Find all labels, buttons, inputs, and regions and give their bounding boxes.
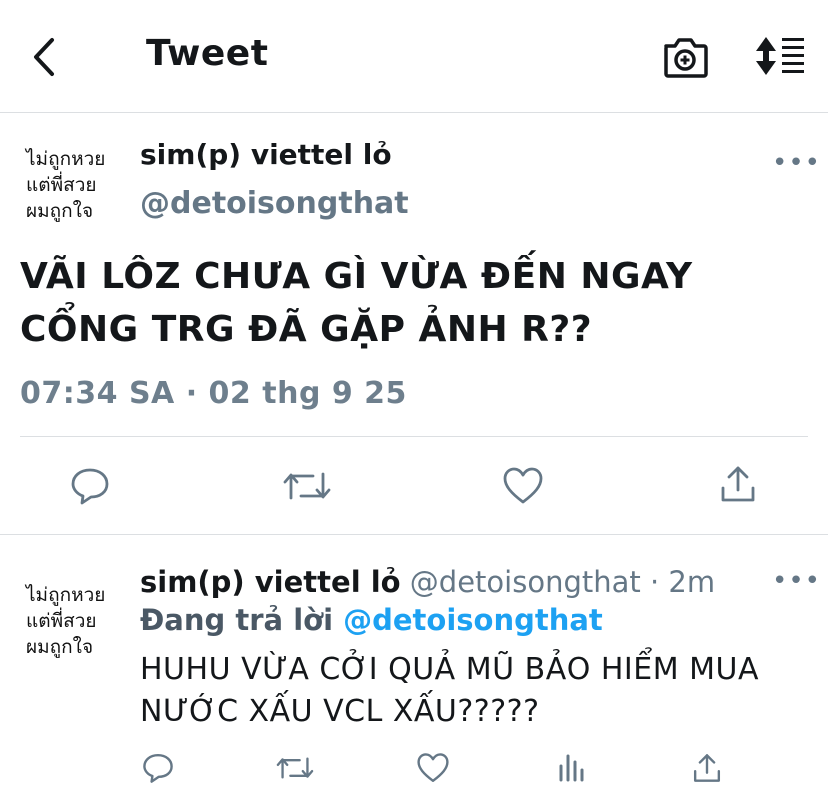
- avatar-line: ไม่ถูกหวย: [26, 584, 106, 606]
- avatar-line: ผมถูกใจ: [26, 200, 94, 222]
- avatar[interactable]: ไม่ถูกหวย แต่พี่สวย ผมถูกใจ: [26, 582, 122, 660]
- avatar-line: แต่พี่สวย: [26, 174, 97, 196]
- reply-text-line: NƯỚC XẤU VCL XẤU?????: [140, 694, 540, 729]
- reply-icon[interactable]: [142, 752, 174, 784]
- retweet-icon[interactable]: [276, 754, 314, 782]
- display-name[interactable]: sim(p) viettel lỏ: [140, 565, 401, 599]
- replying-to: Đang trả lời @detoisongthat: [140, 603, 603, 637]
- user-handle[interactable]: @detoisongthat: [140, 186, 409, 221]
- reply-icon[interactable]: [70, 466, 110, 506]
- reply-text-line: HUHU VỪA CỞI QUẢ MŨ BẢO HIỂM MUA: [140, 652, 760, 687]
- avatar-line: แต่พี่สวย: [26, 610, 97, 632]
- tweet-text-line: VÃI LÔZ CHƯA GÌ VỪA ĐẾN NGAY: [20, 256, 693, 297]
- avatar-line: ผมถูกใจ: [26, 636, 94, 658]
- replying-handle-link[interactable]: @detoisongthat: [343, 603, 603, 637]
- tweet-text: VÃI LÔZ CHƯA GÌ VỪA ĐẾN NGAY CỔNG TRG ĐÃ…: [20, 250, 810, 356]
- page-title: Tweet: [146, 33, 269, 74]
- analytics-icon[interactable]: [556, 752, 586, 784]
- like-icon[interactable]: [416, 752, 450, 784]
- share-icon[interactable]: [719, 464, 757, 504]
- share-icon[interactable]: [692, 752, 722, 784]
- tweet-text-line: CỔNG TRG ĐÃ GẶP ẢNH R??: [20, 309, 593, 350]
- retweet-icon[interactable]: [283, 468, 331, 504]
- reply-header: sim(p) viettel lỏ @detoisongthat · 2m: [140, 565, 715, 599]
- more-options-icon[interactable]: •••: [772, 566, 821, 596]
- camera-plus-icon[interactable]: [662, 36, 708, 78]
- reply-text: HUHU VỪA CỞI QUẢ MŨ BẢO HIỂM MUA NƯỚC XẤ…: [140, 649, 810, 733]
- like-icon[interactable]: [502, 466, 544, 506]
- display-name[interactable]: sim(p) viettel lỏ: [140, 138, 392, 171]
- sort-icon[interactable]: [754, 36, 806, 76]
- divider: [0, 534, 828, 535]
- avatar-line: ไม่ถูกหวย: [26, 148, 106, 170]
- avatar[interactable]: ไม่ถูกหวย แต่พี่สวย ผมถูกใจ: [26, 146, 122, 224]
- more-options-icon[interactable]: •••: [772, 148, 821, 178]
- handle-and-time[interactable]: @detoisongthat · 2m: [401, 565, 715, 599]
- replying-prefix: Đang trả lời: [140, 603, 344, 637]
- tweet-timestamp[interactable]: 07:34 SA · 02 thg 9 25: [20, 376, 407, 411]
- chevron-left-icon[interactable]: [28, 36, 62, 78]
- divider: [20, 436, 808, 437]
- top-bar: Tweet: [0, 0, 828, 113]
